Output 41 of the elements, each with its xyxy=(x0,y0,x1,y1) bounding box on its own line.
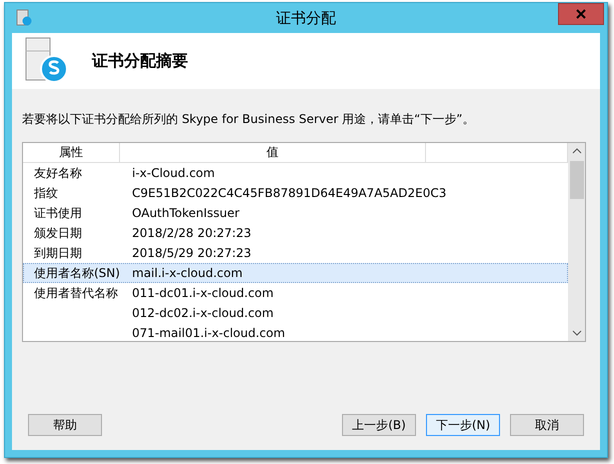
dialog-button[interactable]: 取消 xyxy=(510,414,584,436)
close-icon xyxy=(576,9,586,19)
value-cell: 071-mail01.i-x-cloud.com xyxy=(132,326,286,340)
value-cell: OAuthTokenIssuer xyxy=(132,206,240,220)
dialog-button[interactable]: 下一步(N) xyxy=(426,414,500,436)
list-row[interactable]: 071-mail01.i-x-cloud.com xyxy=(23,323,568,341)
value-cell: 011-dc01.i-x-cloud.com xyxy=(132,286,274,300)
help-button[interactable]: 帮助 xyxy=(28,414,102,436)
scroll-up-icon[interactable] xyxy=(572,147,582,155)
value-cell: 2018/2/28 20:27:23 xyxy=(132,226,252,240)
value-cell: 012-dc02.i-x-cloud.com xyxy=(132,306,274,320)
column-header[interactable]: 属性 xyxy=(23,143,120,162)
list-row[interactable]: 012-dc02.i-x-cloud.com xyxy=(23,303,568,323)
list-row[interactable]: 指纹 C9E51B2C022C4C45FB87891D64E49A7A5AD2E0C3 xyxy=(23,183,568,203)
page-heading: 证书分配摘要 xyxy=(92,50,188,72)
value-cell: C9E51B2C022C4C45FB87891D64E49A7A5AD2E0C3 xyxy=(132,186,446,200)
scroll-thumb[interactable] xyxy=(570,161,584,199)
close-button[interactable] xyxy=(558,3,604,25)
window-title: 证书分配 xyxy=(276,8,336,28)
value-cell: i-x-Cloud.com xyxy=(132,166,215,180)
server-icon xyxy=(16,9,32,27)
property-cell-text: 证书使用 xyxy=(34,204,83,222)
dialog-button[interactable]: 上一步(B) xyxy=(342,414,416,436)
list-row[interactable]: 证书使用 OAuthTokenIssuer xyxy=(23,203,568,223)
column-header[interactable]: 值 xyxy=(120,143,426,162)
property-cell-text: 使用者替代名称 xyxy=(34,284,119,302)
instruction-text: 若要将以下证书分配给所列的 Skype for Business Server 用途，请单击“下一步”。 xyxy=(22,111,476,128)
property-cell-text: 友好名称 xyxy=(34,164,83,182)
property-cell-text: 使用者名称(SN) xyxy=(34,264,121,282)
list-row[interactable]: 使用者替代名称 011-dc01.i-x-cloud.com xyxy=(23,283,568,303)
list-row[interactable]: 颁发日期 2018/2/28 20:27:23 xyxy=(23,223,568,243)
list-row[interactable]: 友好名称 i-x-Cloud.com xyxy=(23,163,568,183)
property-cell-text: 颁发日期 xyxy=(34,224,83,242)
property-cell-text: 指纹 xyxy=(34,184,59,202)
list-row[interactable]: 到期日期 2018/5/29 20:27:23 xyxy=(23,243,568,263)
list-row[interactable]: 使用者名称(SN) mail.i-x-cloud.com xyxy=(23,263,568,283)
scroll-down-icon[interactable] xyxy=(572,329,582,337)
value-cell: mail.i-x-cloud.com xyxy=(132,266,243,280)
value-cell: 2018/5/29 20:27:23 xyxy=(132,246,252,260)
scrollbar[interactable] xyxy=(568,143,585,341)
property-cell-text: 到期日期 xyxy=(34,244,83,262)
